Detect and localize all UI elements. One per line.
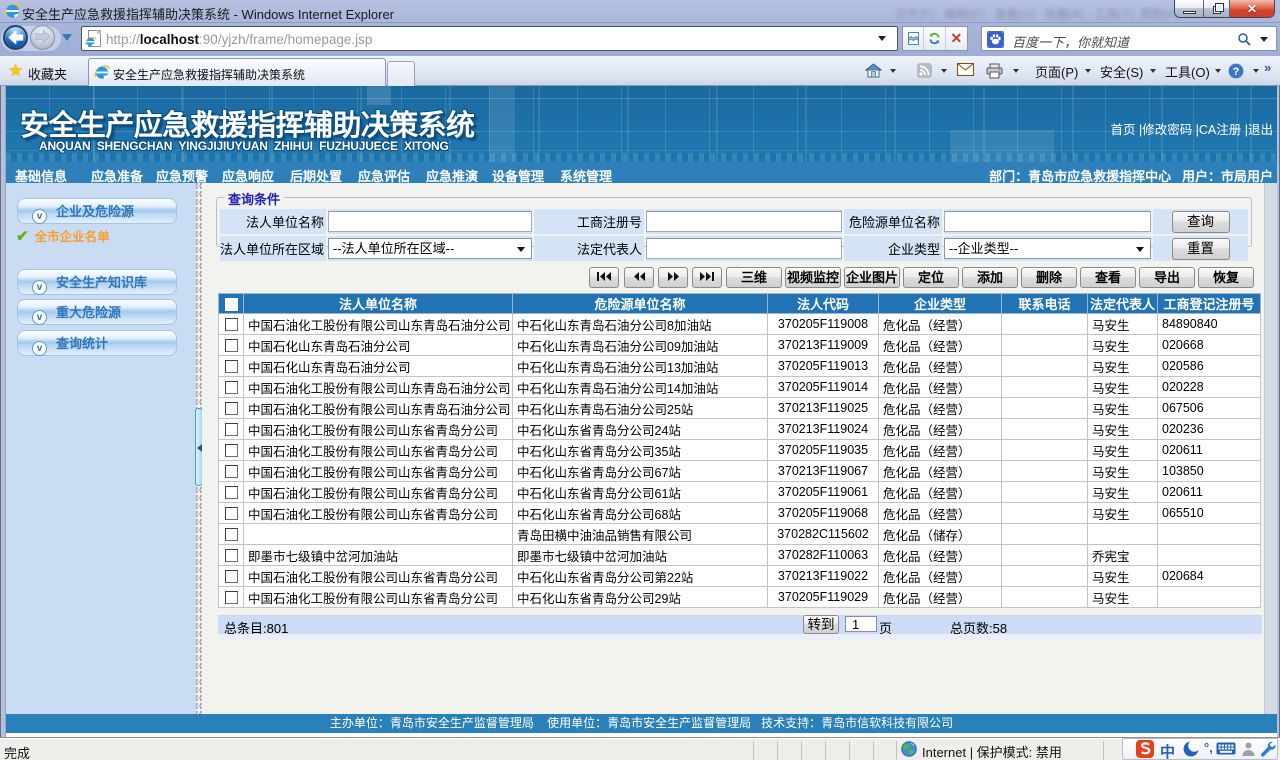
svg-text:?: ?: [1233, 66, 1240, 78]
